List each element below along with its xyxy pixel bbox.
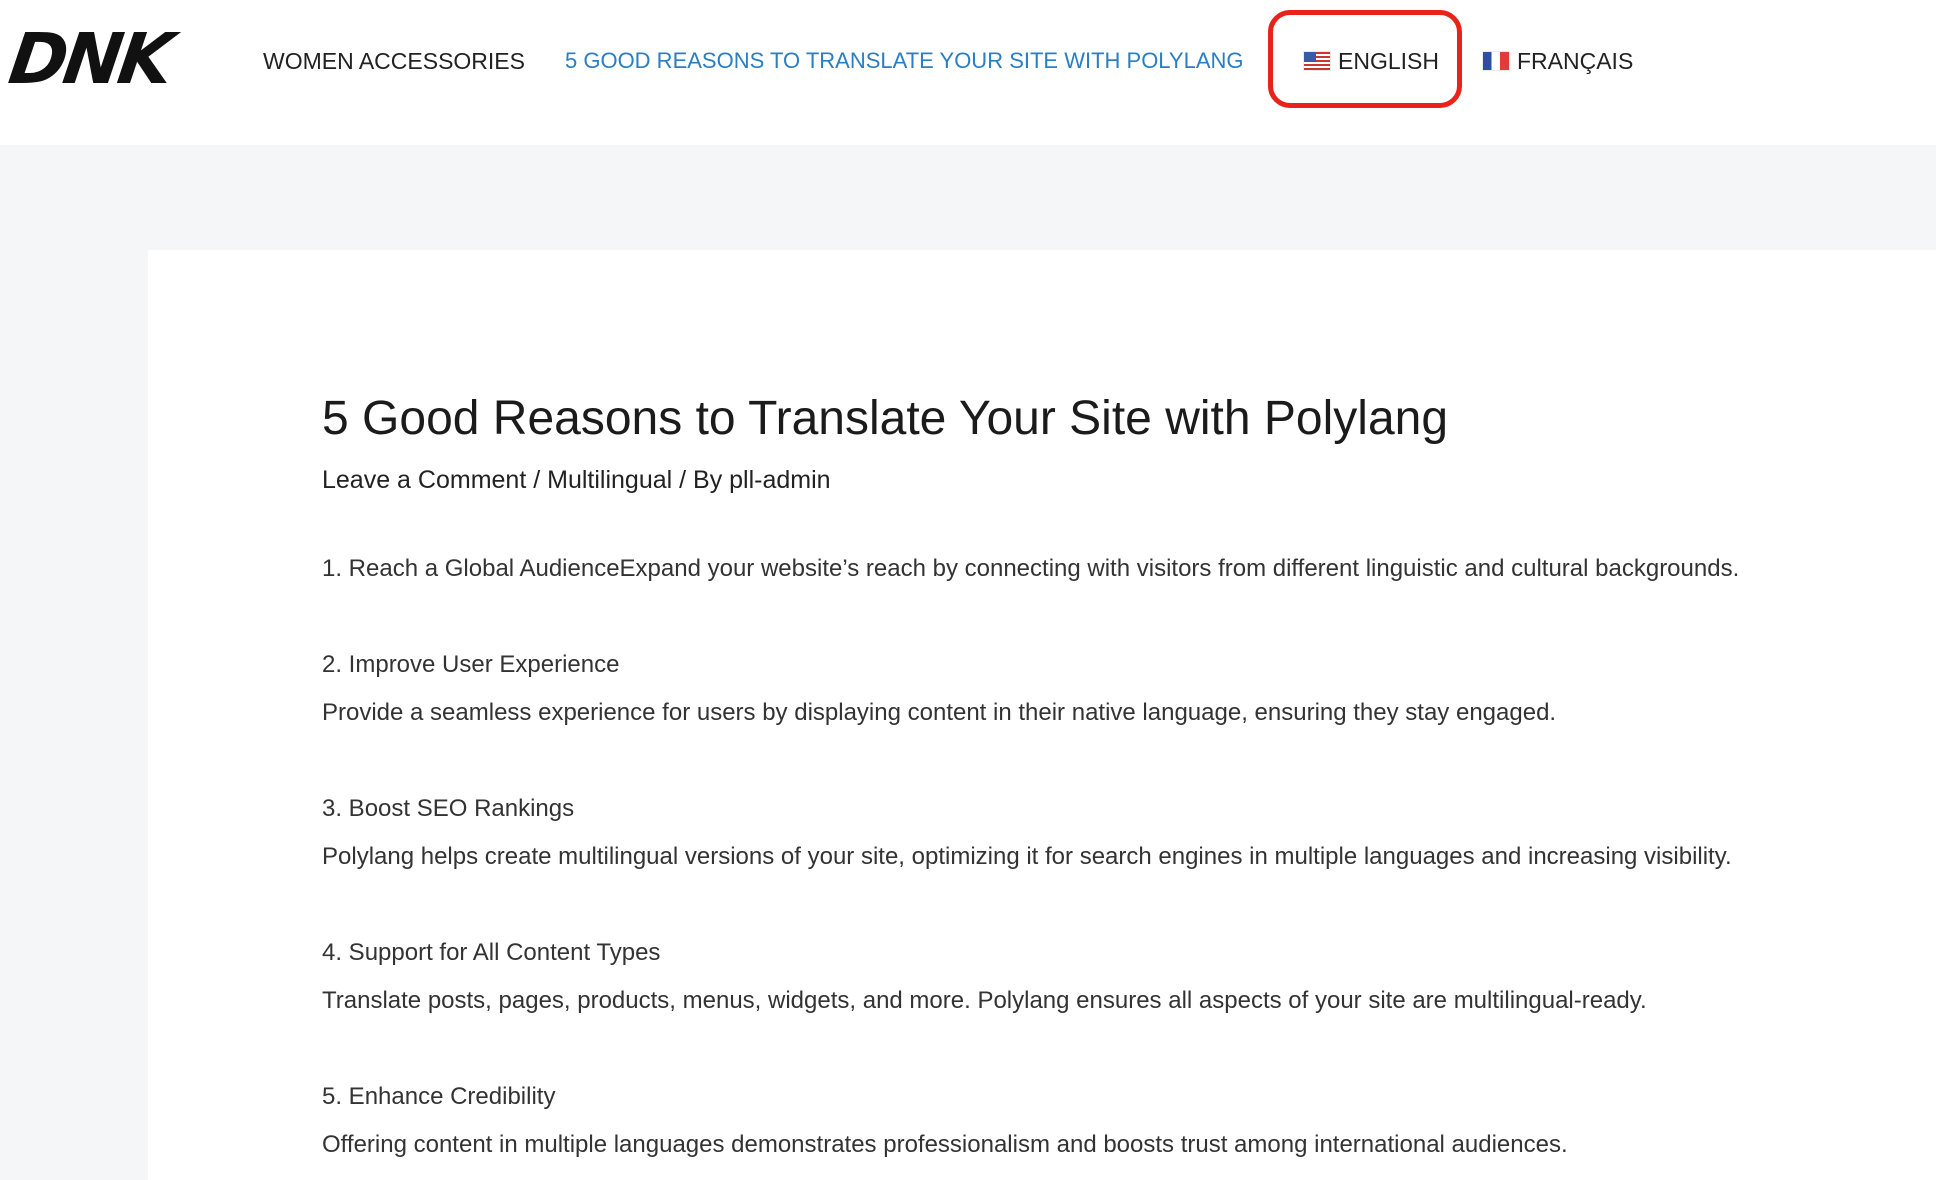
reason-section-2: 2. Improve User Experience Provide a sea… (322, 641, 1882, 737)
category-link[interactable]: Multilingual (547, 466, 672, 494)
reason-2-title: 2. Improve User Experience (322, 651, 620, 678)
reason-4-title: 4. Support for All Content Types (322, 939, 661, 966)
reason-1-body: Expand your website’s reach by connectin… (619, 555, 1740, 582)
nav-language-french-label: FRANÇAIS (1517, 48, 1634, 74)
nav-polylang-reasons[interactable]: 5 GOOD REASONS TO TRANSLATE YOUR SITE WI… (565, 46, 1244, 76)
meta-by-label: / By (672, 466, 730, 494)
author-link[interactable]: pll-admin (729, 466, 830, 494)
reason-1-title: 1. Reach a Global Audience (322, 555, 620, 582)
site-header: DNK WOMEN ACCESSORIES 5 GOOD REASONS TO … (0, 0, 1936, 145)
reason-5-title: 5. Enhance Credibility (322, 1083, 556, 1110)
reason-4-body: Translate posts, pages, products, menus,… (322, 987, 1647, 1014)
meta-separator: / (526, 466, 548, 494)
nav-language-english[interactable]: ENGLISH (1304, 46, 1439, 76)
france-flag-icon (1483, 52, 1509, 70)
article-meta: Leave a Comment / Multilingual / By pll-… (322, 463, 1882, 497)
article-title: 5 Good Reasons to Translate Your Site wi… (322, 392, 1449, 445)
nav-women-accessories[interactable]: WOMEN ACCESSORIES (263, 46, 525, 76)
leave-comment-link[interactable]: Leave a Comment (322, 466, 526, 494)
nav-language-english-label: ENGLISH (1338, 48, 1439, 74)
article: 5 Good Reasons to Translate Your Site wi… (322, 385, 1882, 1169)
us-flag-icon (1304, 52, 1330, 70)
reason-5-body: Offering content in multiple languages d… (322, 1131, 1568, 1158)
reason-section-3: 3. Boost SEO Rankings Polylang helps cre… (322, 785, 1882, 881)
site-logo[interactable]: DNK (4, 18, 174, 100)
nav-language-french[interactable]: FRANÇAIS (1483, 46, 1633, 76)
reason-section-1: 1. Reach a Global AudienceExpand your we… (322, 545, 1882, 593)
reason-3-title: 3. Boost SEO Rankings (322, 795, 575, 822)
reason-3-body: Polylang helps create multilingual versi… (322, 843, 1732, 870)
reason-section-4: 4. Support for All Content Types Transla… (322, 929, 1882, 1025)
reason-2-body: Provide a seamless experience for users … (322, 699, 1557, 726)
reason-section-5: 5. Enhance Credibility Offering content … (322, 1073, 1882, 1169)
reason-1-text: 1. Reach a Global AudienceExpand your we… (322, 545, 1882, 593)
